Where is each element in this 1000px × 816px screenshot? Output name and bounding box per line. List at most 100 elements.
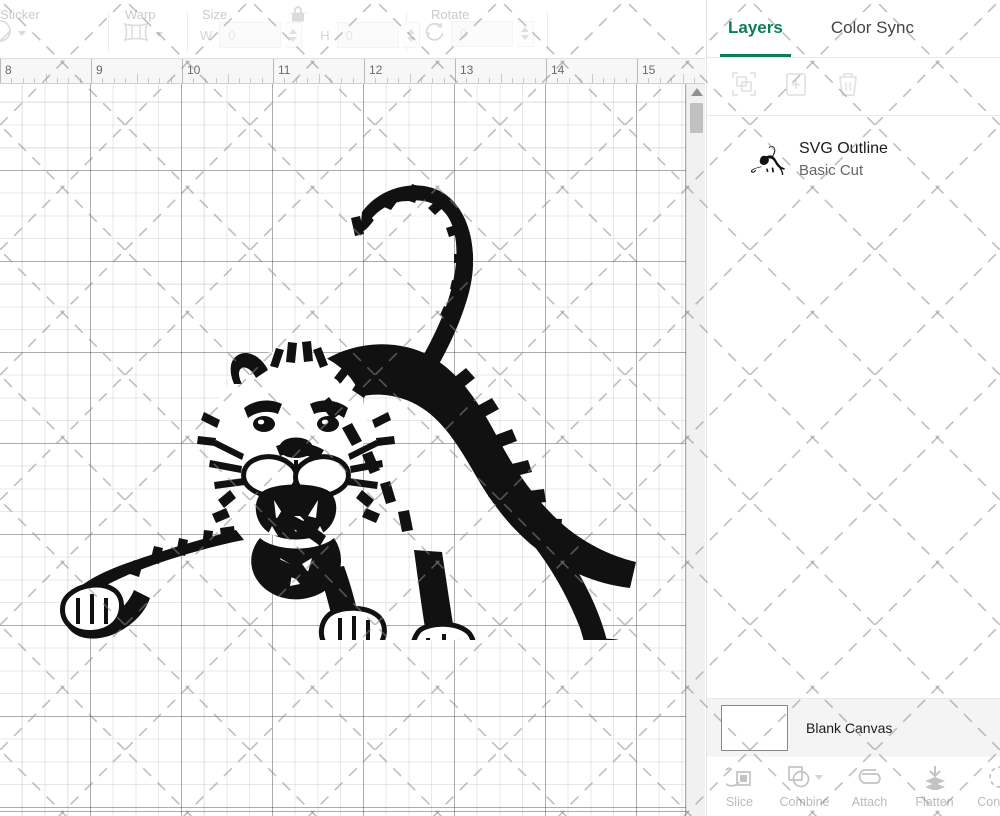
height-label: H <box>320 27 330 43</box>
ruler-minor-tick <box>11 78 13 83</box>
ruler-minor-tick <box>238 78 240 83</box>
ruler-minor-tick <box>443 78 445 83</box>
design-canvas[interactable] <box>0 84 686 816</box>
ruler-minor-tick <box>671 78 673 83</box>
tab-layers[interactable]: Layers <box>720 18 791 57</box>
flatten-button[interactable]: Flatten <box>902 763 967 809</box>
sticker-tool-group[interactable]: Sticker <box>0 0 108 58</box>
ruler-major-tick <box>182 59 183 83</box>
ruler-tick-label: 13 <box>460 63 474 77</box>
contour-icon <box>987 763 1000 791</box>
rotate-input[interactable]: 0 <box>451 20 513 47</box>
duplicate-icon[interactable] <box>783 71 809 102</box>
warp-label: Warp <box>125 7 156 22</box>
ruler-major-tick <box>364 59 365 83</box>
tab-color-sync[interactable]: Color Sync <box>831 18 914 40</box>
ruler-minor-tick <box>614 78 616 83</box>
ruler-minor-tick <box>625 78 627 83</box>
ruler-minor-tick <box>341 78 343 83</box>
ruler-minor-tick <box>682 74 684 83</box>
ruler-minor-tick <box>489 78 491 83</box>
ruler-minor-tick <box>432 78 434 83</box>
ruler-tick-label: 10 <box>187 63 201 77</box>
ruler-minor-tick <box>113 78 115 83</box>
ruler-minor-tick <box>500 74 502 83</box>
ruler-minor-tick <box>375 78 377 83</box>
layer-tools-divider <box>707 115 1000 116</box>
slice-button[interactable]: Slice <box>707 763 772 809</box>
ruler-tick-label: 8 <box>5 63 12 77</box>
tiger-thumbnail <box>751 146 785 175</box>
ruler-minor-tick <box>534 78 536 83</box>
warp-tool-group[interactable]: Warp <box>109 0 187 58</box>
shape-operations-toolbar: Slice Combine Attach Flatten Con <box>707 756 1000 816</box>
ruler-tick-label: 15 <box>642 63 656 77</box>
canvas-color-swatch[interactable] <box>721 704 788 751</box>
layer-actions-toolbar <box>707 58 1000 116</box>
canvas-vertical-scrollbar[interactable] <box>686 84 705 816</box>
ruler-minor-tick <box>307 78 309 83</box>
ruler-tick-label: 9 <box>96 63 103 77</box>
rotate-stepper-up-icon[interactable] <box>521 27 529 32</box>
ruler-minor-tick <box>204 78 206 83</box>
ruler-major-tick <box>546 59 547 83</box>
contour-button[interactable]: Contour <box>967 763 1000 809</box>
sticker-caret-down-icon[interactable] <box>18 31 26 36</box>
attach-button[interactable]: Attach <box>837 763 902 809</box>
list-item[interactable]: SVG Outline Basic Cut <box>707 128 1000 190</box>
ruler-minor-tick <box>79 78 81 83</box>
ruler-minor-tick <box>45 74 47 83</box>
ruler-minor-tick <box>295 78 297 83</box>
ruler-minor-tick <box>284 78 286 83</box>
combine-button[interactable]: Combine <box>772 763 837 809</box>
layer-title: SVG Outline <box>799 139 888 157</box>
ruler-minor-tick <box>477 78 479 83</box>
combine-caret-down-icon[interactable] <box>815 774 823 780</box>
group-icon[interactable] <box>731 71 757 102</box>
ruler-minor-tick <box>398 78 400 83</box>
delete-icon[interactable] <box>835 71 861 102</box>
ruler-minor-tick <box>591 74 593 83</box>
combine-icon <box>786 763 823 791</box>
height-input[interactable]: 0 <box>336 22 399 48</box>
ruler-minor-tick <box>659 78 661 83</box>
ruler-minor-tick <box>136 74 138 83</box>
rotate-stepper-down-icon[interactable] <box>521 35 529 40</box>
rotate-stepper[interactable] <box>517 20 534 47</box>
design-space-window: Sticker Warp Size W 0 H 0 Rotate 0 8 9 1… <box>0 0 1000 816</box>
chevron-up-icon[interactable] <box>691 88 703 96</box>
ruler-minor-tick <box>102 78 104 83</box>
ruler-minor-tick <box>147 78 149 83</box>
warp-icon[interactable] <box>121 21 151 48</box>
ruler-minor-tick <box>580 78 582 83</box>
ruler-minor-tick <box>22 78 24 83</box>
width-stepper-up-icon[interactable] <box>289 28 298 34</box>
ruler-minor-tick <box>216 78 218 83</box>
horizontal-ruler[interactable]: 8 9 10 11 12 13 14 15 <box>0 58 705 84</box>
ruler-minor-tick <box>34 78 36 83</box>
ruler-major-tick <box>273 59 274 83</box>
vertical-scroll-thumb[interactable] <box>690 103 703 133</box>
ruler-minor-tick <box>68 78 70 83</box>
ruler-minor-tick <box>557 78 559 83</box>
width-input[interactable]: 0 <box>219 22 282 48</box>
blank-canvas-row[interactable]: Blank Canvas <box>707 698 1000 756</box>
width-stepper[interactable] <box>285 22 303 48</box>
slice-label: Slice <box>725 795 754 809</box>
rotate-icon[interactable] <box>421 19 447 48</box>
warp-caret-down-icon[interactable] <box>155 32 163 37</box>
ruler-minor-tick <box>125 78 127 83</box>
slice-icon <box>725 763 754 791</box>
tiger-artwork[interactable] <box>30 170 640 640</box>
ruler-minor-tick <box>568 78 570 83</box>
width-stepper-down-icon[interactable] <box>289 36 298 42</box>
size-tool-group: Size W 0 H 0 <box>188 0 420 58</box>
ruler-minor-tick <box>648 78 650 83</box>
ruler-minor-tick <box>227 74 229 83</box>
ruler-major-tick <box>637 59 638 83</box>
ruler-major-tick <box>0 59 1 83</box>
ruler-minor-tick <box>409 74 411 83</box>
ruler-minor-tick <box>386 78 388 83</box>
sticker-icon[interactable] <box>0 19 14 48</box>
layer-text-block: SVG Outline Basic Cut <box>799 140 888 179</box>
